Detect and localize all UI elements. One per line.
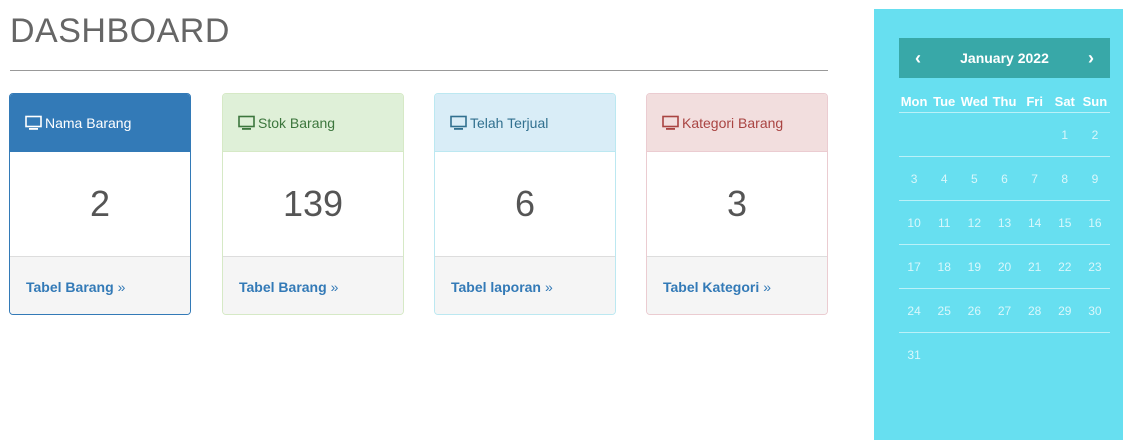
- calendar-day[interactable]: 13: [989, 201, 1019, 244]
- card-stok-barang: Stok Barang 139 Tabel Barang »: [222, 93, 404, 315]
- card-link-tabel-barang[interactable]: Tabel Barang »: [223, 256, 403, 314]
- card-link-tabel-kategori[interactable]: Tabel Kategori »: [647, 256, 827, 314]
- calendar-day[interactable]: 18: [929, 245, 959, 288]
- calendar-day[interactable]: 14: [1020, 201, 1050, 244]
- monitor-icon: [450, 115, 467, 131]
- weekday-label: Sun: [1082, 94, 1108, 109]
- card-link-label[interactable]: Tabel Barang: [26, 279, 114, 295]
- monitor-icon: [25, 115, 42, 131]
- monitor-icon: [238, 115, 255, 131]
- calendar-month-label[interactable]: January 2022: [960, 50, 1049, 66]
- calendar-day[interactable]: 4: [929, 157, 959, 200]
- weekday-label: Tue: [933, 94, 956, 109]
- card-header: Nama Barang: [10, 94, 190, 152]
- calendar-day[interactable]: 31: [899, 333, 929, 376]
- calendar-header: ‹ January 2022 ›: [899, 38, 1110, 78]
- calendar-day[interactable]: [1050, 333, 1080, 376]
- card-label: Telah Terjual: [470, 114, 549, 131]
- calendar-day[interactable]: 25: [929, 289, 959, 332]
- calendar-week: 1 2: [899, 112, 1110, 156]
- calendar-day[interactable]: 28: [1020, 289, 1050, 332]
- calendar-day[interactable]: [989, 113, 1019, 156]
- calendar-day[interactable]: 19: [959, 245, 989, 288]
- card-value: 139: [282, 183, 344, 224]
- calendar-week: 24 25 26 27 28 29 30: [899, 288, 1110, 332]
- weekday-label: Fri: [1026, 94, 1043, 109]
- chevron-right-icon[interactable]: ›: [1084, 48, 1098, 69]
- card-nama-barang: Nama Barang 2 Tabel Barang »: [9, 93, 191, 315]
- calendar-day[interactable]: 17: [899, 245, 929, 288]
- calendar-day[interactable]: [1080, 333, 1110, 376]
- calendar-day[interactable]: 2: [1080, 113, 1110, 156]
- double-chevron-right-icon: »: [544, 278, 553, 295]
- calendar-day[interactable]: 20: [989, 245, 1019, 288]
- calendar-day[interactable]: [899, 113, 929, 156]
- double-chevron-right-icon: »: [763, 278, 771, 295]
- card-label: Nama Barang: [45, 114, 132, 131]
- calendar-day[interactable]: [959, 333, 989, 376]
- calendar-day[interactable]: 11: [929, 201, 959, 244]
- card-kategori-barang: Kategori Barang 3 Tabel Kategori »: [646, 93, 828, 315]
- calendar-day[interactable]: 23: [1080, 245, 1110, 288]
- calendar-day[interactable]: [929, 333, 959, 376]
- calendar-day[interactable]: [989, 333, 1019, 376]
- calendar-day[interactable]: 22: [1050, 245, 1080, 288]
- card-value: 2: [89, 183, 111, 224]
- card-header: Kategori Barang: [647, 94, 827, 152]
- weekday-label: Thu: [992, 94, 1017, 109]
- card-telah-terjual: Telah Terjual 6 Tabel laporan »: [434, 93, 616, 315]
- card-link-label[interactable]: Tabel Barang: [239, 279, 327, 295]
- card-label: Kategori Barang: [682, 114, 784, 131]
- calendar-day[interactable]: 26: [959, 289, 989, 332]
- calendar-day[interactable]: 9: [1080, 157, 1110, 200]
- calendar-day[interactable]: 21: [1020, 245, 1050, 288]
- calendar-day[interactable]: [929, 113, 959, 156]
- card-value: 3: [726, 183, 748, 224]
- calendar-day[interactable]: 7: [1020, 157, 1050, 200]
- card-link-tabel-barang[interactable]: Tabel Barang »: [10, 256, 190, 314]
- calendar-day[interactable]: 30: [1080, 289, 1110, 332]
- card-value: 6: [514, 183, 536, 224]
- calendar-day[interactable]: 1: [1050, 113, 1080, 156]
- chevron-left-icon[interactable]: ‹: [911, 48, 925, 69]
- calendar-week: 10 11 12 13 14 15 16: [899, 200, 1110, 244]
- weekday-label: Mon: [900, 94, 928, 109]
- card-header: Telah Terjual: [435, 94, 615, 152]
- calendar-day[interactable]: 27: [989, 289, 1019, 332]
- calendar-day[interactable]: [1020, 113, 1050, 156]
- card-label: Stok Barang: [258, 114, 336, 131]
- card-header: Stok Barang: [223, 94, 403, 152]
- calendar-day[interactable]: 10: [899, 201, 929, 244]
- calendar-week: 31: [899, 332, 1110, 376]
- double-chevron-right-icon: »: [117, 278, 126, 295]
- calendar-day[interactable]: 16: [1080, 201, 1110, 244]
- monitor-icon: [662, 115, 679, 131]
- page-title: DASHBOARD: [10, 12, 230, 50]
- card-link-label[interactable]: Tabel laporan: [451, 279, 541, 295]
- weekday-label: Wed: [960, 94, 988, 109]
- double-chevron-right-icon: »: [330, 278, 339, 295]
- calendar-day[interactable]: 29: [1050, 289, 1080, 332]
- calendar-day[interactable]: 8: [1050, 157, 1080, 200]
- calendar-day[interactable]: 5: [959, 157, 989, 200]
- title-divider: [10, 70, 828, 71]
- calendar-week: 17 18 19 20 21 22 23: [899, 244, 1110, 288]
- calendar-day[interactable]: [1020, 333, 1050, 376]
- calendar-day[interactable]: 15: [1050, 201, 1080, 244]
- calendar-day[interactable]: 24: [899, 289, 929, 332]
- weekday-label: Sat: [1054, 94, 1075, 109]
- calendar-day[interactable]: 6: [989, 157, 1019, 200]
- calendar-day[interactable]: [959, 113, 989, 156]
- card-link-tabel-laporan[interactable]: Tabel laporan »: [435, 256, 615, 314]
- calendar-week: 3 4 5 6 7 8 9: [899, 156, 1110, 200]
- calendar-grid: 1 2 3 4 5 6 7 8 9 10 11 12 13 14 15 16 1…: [899, 112, 1110, 376]
- calendar-widget: ‹ January 2022 › Mon Tue Wed Thu Fri Sat…: [874, 9, 1123, 440]
- calendar-day[interactable]: 3: [899, 157, 929, 200]
- calendar-weekdays: Mon Tue Wed Thu Fri Sat Sun: [899, 94, 1110, 109]
- card-link-label[interactable]: Tabel Kategori: [663, 279, 759, 295]
- calendar-day[interactable]: 12: [959, 201, 989, 244]
